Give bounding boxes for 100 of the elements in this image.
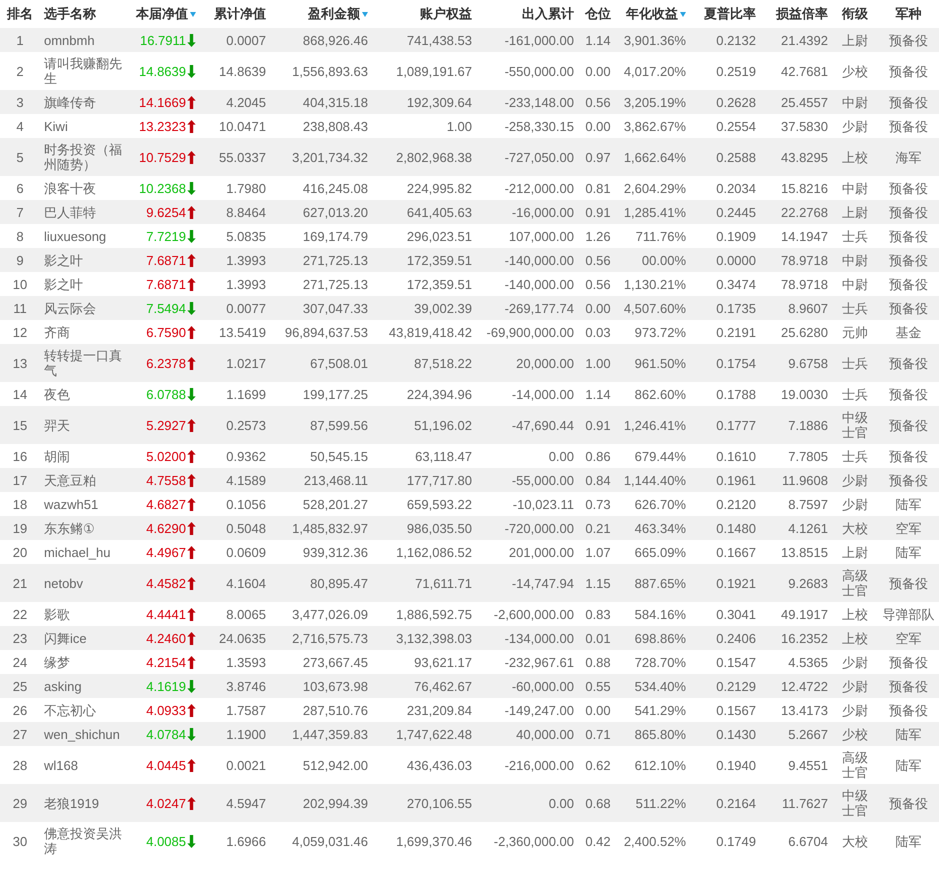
table-cell: 862.60% [618, 382, 690, 406]
net-value: 7.7219 [146, 228, 186, 244]
table-cell: 0.56 [578, 90, 618, 114]
column-header[interactable]: 本届净值 [136, 6, 188, 21]
table-cell: 30 [0, 822, 40, 860]
table-cell: 63,118.47 [372, 444, 476, 468]
table-cell: -134,000.00 [476, 626, 578, 650]
player-name: 转转提一口真气 [40, 344, 127, 382]
player-name: liuxuesong [40, 224, 127, 248]
table-cell: 0.97 [578, 138, 618, 176]
player-name: 请叫我赚翻先生 [40, 52, 127, 90]
table-cell: 19.0030 [760, 382, 832, 406]
table-cell: -47,690.44 [476, 406, 578, 444]
table-cell: 1.00 [372, 114, 476, 138]
table-cell: 9 [0, 248, 40, 272]
table-cell: 0.01 [578, 626, 618, 650]
column-header[interactable]: 盈利金额 [308, 6, 360, 21]
table-cell: 528,201.27 [270, 492, 372, 516]
table-cell: -258,330.15 [476, 114, 578, 138]
table-cell: 少尉 [832, 492, 878, 516]
net-value: 10.2368 [139, 180, 186, 196]
table-cell: 高级士官 [832, 746, 878, 784]
table-cell: 213,468.11 [270, 468, 372, 492]
table-cell: 陆军 [878, 540, 939, 564]
table-cell: 11.9608 [760, 468, 832, 492]
table-cell: 534.40% [618, 674, 690, 698]
table-cell: 海军 [878, 138, 939, 176]
table-cell: 21.4392 [760, 28, 832, 52]
table-cell: 预备役 [878, 224, 939, 248]
table-cell: 307,047.33 [270, 296, 372, 320]
table-cell: 172,359.51 [372, 272, 476, 296]
table-cell: 少校 [832, 52, 878, 90]
table-cell: 1,556,893.63 [270, 52, 372, 90]
table-cell: 0.21 [578, 516, 618, 540]
table-cell: -14,747.94 [476, 564, 578, 602]
table-cell: 0.00 [476, 784, 578, 822]
table-cell: 0.56 [578, 248, 618, 272]
table-cell: 24.0635 [200, 626, 270, 650]
table-cell: 16.2352 [760, 626, 832, 650]
table-cell: 93,621.17 [372, 650, 476, 674]
table-cell: 上尉 [832, 28, 878, 52]
player-name: 影歌 [40, 602, 127, 626]
table-cell: 13.8515 [760, 540, 832, 564]
net-value: 7.6871 [146, 276, 186, 292]
table-cell: 0.2554 [690, 114, 760, 138]
table-cell: 404,315.18 [270, 90, 372, 114]
table-cell: 1,144.40% [618, 468, 690, 492]
table-cell: 0.42 [578, 822, 618, 860]
table-cell: 3,477,026.09 [270, 602, 372, 626]
table-cell: 67,508.01 [270, 344, 372, 382]
table-cell: 2,400.52% [618, 822, 690, 860]
table-cell: 416,245.08 [270, 176, 372, 200]
table-cell: 0.0609 [200, 540, 270, 564]
table-cell: 1,246.41% [618, 406, 690, 444]
table-cell: 10 [0, 272, 40, 296]
sort-icon[interactable] [190, 12, 196, 18]
table-cell: 2,802,968.38 [372, 138, 476, 176]
table-cell: 0.03 [578, 320, 618, 344]
table-cell: 4.5365 [760, 650, 832, 674]
table-cell: 0.2191 [690, 320, 760, 344]
table-cell: 192,309.64 [372, 90, 476, 114]
sort-icon[interactable] [362, 12, 368, 18]
table-cell: 预备役 [878, 564, 939, 602]
table-cell: 199,177.25 [270, 382, 372, 406]
net-value: 10.7529 [139, 150, 186, 164]
table-cell: 少尉 [832, 674, 878, 698]
table-cell: 2,604.29% [618, 176, 690, 200]
table-cell: 169,174.79 [270, 224, 372, 248]
table-cell: 1.14 [578, 28, 618, 52]
table-cell: 3,205.19% [618, 90, 690, 114]
table-cell: 4,059,031.46 [270, 822, 372, 860]
table-cell: 5.0835 [200, 224, 270, 248]
table-cell: 13.5419 [200, 320, 270, 344]
table-cell: 24 [0, 650, 40, 674]
table-cell: 11.7627 [760, 784, 832, 822]
player-name: 天意豆粕 [40, 468, 127, 492]
net-value: 16.7911 [140, 32, 186, 48]
table-cell: 627,013.20 [270, 200, 372, 224]
column-header: 账户权益 [372, 0, 476, 28]
table-cell: 1 [0, 28, 40, 52]
table-cell: 512,942.00 [270, 746, 372, 784]
table-cell: 78.9718 [760, 248, 832, 272]
table-cell: 0.9362 [200, 444, 270, 468]
table-cell: -149,247.00 [476, 698, 578, 722]
sort-icon[interactable] [680, 12, 686, 18]
table-cell: 641,405.63 [372, 200, 476, 224]
column-header[interactable]: 年化收益 [626, 6, 678, 21]
table-cell: 大校 [832, 516, 878, 540]
table-cell: 陆军 [878, 746, 939, 784]
table-cell: 0.5048 [200, 516, 270, 540]
table-cell: 4,507.60% [618, 296, 690, 320]
table-cell: 4.1261 [760, 516, 832, 540]
net-value: 4.4582 [146, 576, 186, 590]
table-cell: 导弹部队 [878, 602, 939, 626]
table-cell: 预备役 [878, 406, 939, 444]
table-cell: 预备役 [878, 468, 939, 492]
table-cell: 4,017.20% [618, 52, 690, 90]
table-cell: 8.7597 [760, 492, 832, 516]
table-cell: 0.00 [476, 444, 578, 468]
player-name: 不忘初心 [40, 698, 127, 722]
